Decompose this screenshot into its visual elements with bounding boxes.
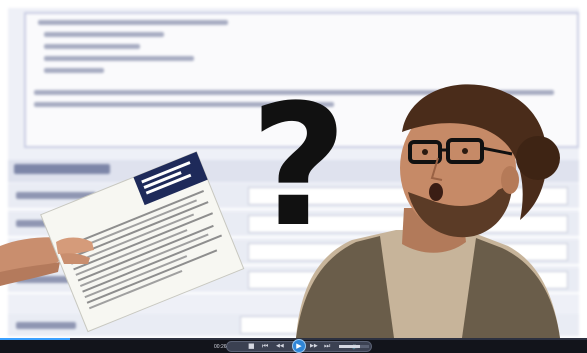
play-icon: ▶ bbox=[296, 342, 302, 350]
next-icon[interactable]: ⏭ bbox=[324, 342, 330, 351]
hand-holding-document-image bbox=[0, 151, 245, 333]
surprised-person-image bbox=[296, 84, 560, 338]
rewind-icon[interactable]: ◀◀ bbox=[276, 342, 284, 351]
elapsed-time: 00:26 bbox=[214, 344, 227, 350]
play-button[interactable]: ▶ bbox=[292, 339, 306, 353]
progress-fill bbox=[0, 338, 71, 340]
volume-level bbox=[339, 345, 360, 348]
previous-icon[interactable]: ⏮ bbox=[262, 342, 268, 351]
video-frame: ? 00:26 ■ ⏮ ◀◀ ▶ ▶▶ ⏭ bbox=[0, 0, 587, 353]
fast-forward-icon[interactable]: ▶▶ bbox=[310, 342, 318, 351]
stop-icon[interactable]: ■ bbox=[248, 342, 255, 351]
